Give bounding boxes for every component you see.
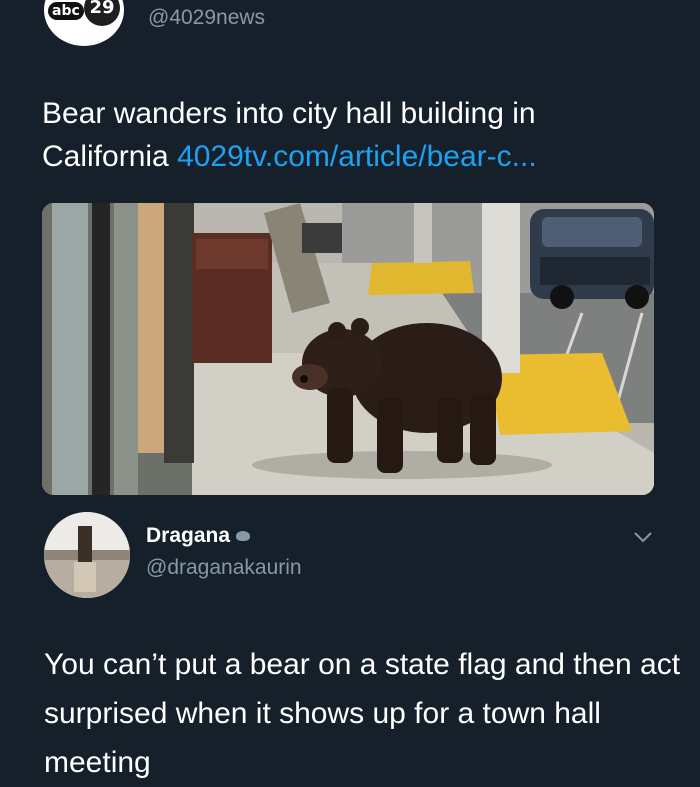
article-link[interactable]: 4029tv.com/article/bear-c...: [177, 140, 537, 173]
display-name-text: Dragana: [146, 524, 231, 547]
news-avatar[interactable]: abc 29: [44, 0, 124, 46]
reply-handle[interactable]: @draganakaurin: [146, 556, 302, 580]
chevron-down-icon[interactable]: [632, 528, 654, 546]
channel-number: 29: [84, 0, 120, 26]
tweet-text: Bear wanders into city hall building in …: [42, 92, 662, 178]
abc-logo-text: abc: [48, 2, 84, 20]
news-handle[interactable]: @4029news: [148, 6, 265, 30]
bear-photo-icon: [42, 203, 654, 495]
reply-display-name[interactable]: Dragana: [146, 524, 251, 548]
profile-photo-icon: [44, 512, 130, 598]
reply-avatar[interactable]: [44, 512, 130, 598]
tweet-media-image[interactable]: [42, 203, 654, 495]
emoji-badge-icon: [236, 531, 251, 542]
reply-text: You can’t put a bear on a state flag and…: [44, 648, 681, 779]
